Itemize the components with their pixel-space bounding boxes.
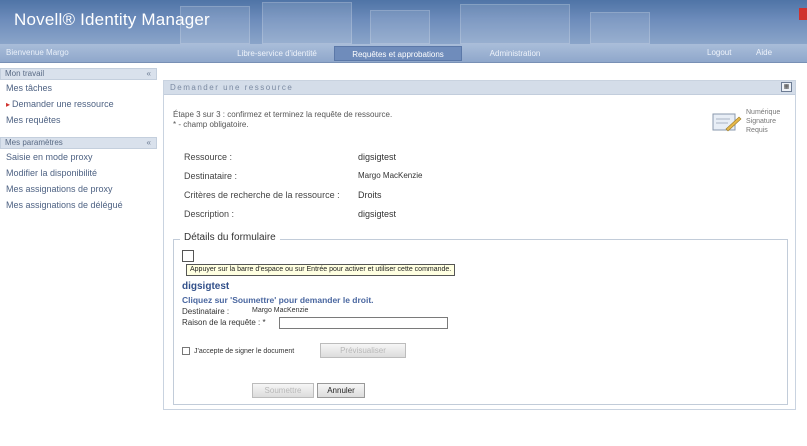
form-details-fieldset: Détails du formulaire Appuyer sur la bar…	[173, 232, 788, 405]
sidebar-item-proxy-assignments[interactable]: Mes assignations de proxy	[0, 181, 157, 197]
accept-signature-row: J'accepte de signer le document	[182, 347, 294, 355]
form-resource-name: digsigtest	[182, 281, 230, 292]
signature-line: Signature	[746, 118, 776, 125]
sidebar-section-my-work[interactable]: Mon travail «	[0, 68, 157, 80]
logout-link[interactable]: Logout	[707, 48, 731, 57]
sidebar-item-my-requests[interactable]: Mes requêtes	[0, 112, 157, 128]
form-checkbox[interactable]	[182, 250, 194, 262]
step-text: Étape 3 sur 3 : confirmez et terminez la…	[173, 110, 393, 119]
info-value-description: digsigtest	[358, 209, 397, 219]
request-reason-label: Raison de la requête : *	[182, 318, 266, 327]
header-decoration	[460, 4, 570, 44]
accept-signature-label: J'accepte de signer le document	[194, 347, 295, 355]
nav-bar: Bienvenue Margo Libre-service d'identité…	[0, 44, 807, 63]
tab-administration[interactable]: Administration	[470, 46, 560, 61]
submit-button[interactable]: Soumettre	[252, 383, 314, 398]
cancel-button[interactable]: Annuler	[317, 383, 365, 398]
info-value-search-criteria: Droits	[358, 190, 382, 200]
collapse-icon[interactable]: «	[147, 138, 151, 148]
panel-title: Demander une ressource	[170, 83, 294, 92]
keyboard-hint-tooltip: Appuyer sur la barre d'espace ou sur Ent…	[186, 264, 456, 276]
sidebar-item-label: Demander une ressource	[12, 99, 114, 109]
signature-required-label: Numérique Signature Requis	[746, 108, 780, 135]
form-recipient-value: Margo MacKenzie	[252, 307, 309, 314]
form-details-legend: Détails du formulaire	[180, 232, 280, 243]
signature-line: Numérique	[746, 109, 781, 116]
signature-line: Requis	[746, 127, 768, 134]
header-decoration	[370, 10, 430, 44]
info-label-recipient: Destinataire :	[184, 171, 238, 181]
info-label-resource: Ressource :	[184, 152, 233, 162]
app-header: Novell® Identity Manager	[0, 0, 807, 44]
sidebar-section-title: Mes paramètres	[5, 138, 63, 147]
form-recipient-label: Destinataire :	[182, 307, 230, 316]
info-value-recipient: Margo MacKenzie	[358, 171, 423, 180]
panel-header: Demander une ressource ▦	[164, 81, 795, 95]
request-resource-panel: Demander une ressource ▦ Étape 3 sur 3 :…	[163, 80, 796, 410]
sidebar-section-my-settings[interactable]: Mes paramètres «	[0, 137, 157, 149]
help-link[interactable]: Aide	[756, 48, 772, 57]
request-reason-input[interactable]	[279, 317, 448, 329]
info-value-resource: digsigtest	[358, 152, 397, 162]
sidebar-section-title: Mon travail	[5, 69, 45, 78]
info-label-description: Description :	[184, 209, 235, 219]
header-decoration	[590, 12, 650, 44]
tab-identity-self-service[interactable]: Libre-service d'identité	[222, 46, 332, 61]
sidebar-item-delegate-assignments[interactable]: Mes assignations de délégué	[0, 197, 157, 213]
collapse-icon[interactable]: «	[147, 69, 151, 79]
tab-requests-approvals[interactable]: Requêtes et approbations	[334, 46, 462, 61]
novell-logo-icon	[799, 8, 807, 20]
form-instruction: Cliquez sur 'Soumettre' pour demander le…	[182, 295, 374, 305]
app-title: Novell® Identity Manager	[14, 10, 210, 29]
sidebar: Mon travail « Mes tâches ▸ Demander une r…	[0, 68, 157, 213]
sidebar-item-proxy-mode[interactable]: Saisie en mode proxy	[0, 149, 157, 165]
sidebar-item-availability[interactable]: Modifier la disponibilité	[0, 165, 157, 181]
header-decoration	[262, 2, 352, 44]
sidebar-item-request-resource[interactable]: ▸ Demander une ressource	[0, 96, 157, 112]
preview-button[interactable]: Prévisualiser	[320, 343, 406, 358]
signature-pen-icon	[712, 113, 742, 132]
required-field-note: * - champ obligatoire.	[173, 120, 249, 129]
active-bullet-icon: ▸	[6, 100, 11, 109]
sidebar-item-my-tasks[interactable]: Mes tâches	[0, 80, 157, 96]
maximize-icon[interactable]: ▦	[781, 82, 792, 92]
welcome-text: Bienvenue Margo	[6, 48, 69, 57]
accept-signature-checkbox[interactable]	[182, 347, 190, 355]
info-label-search-criteria: Critères de recherche de la ressource :	[184, 190, 340, 200]
